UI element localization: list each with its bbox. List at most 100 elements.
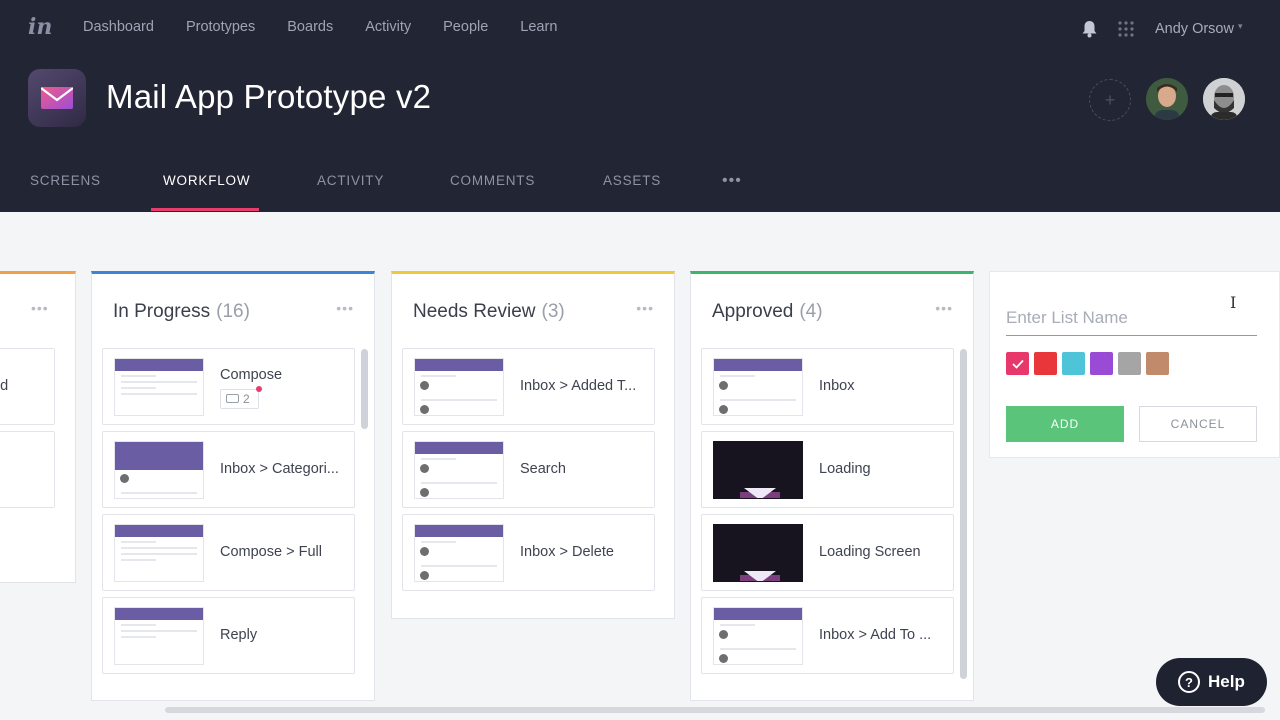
nav-learn[interactable]: Learn: [520, 19, 557, 35]
top-nav: Dashboard Prototypes Boards Activity Peo…: [83, 19, 589, 35]
column-title[interactable]: In Progress (16): [113, 301, 250, 323]
column-more-icon[interactable]: •••: [31, 300, 49, 316]
screen-thumbnail: [114, 441, 204, 499]
screen-thumbnail: [713, 524, 803, 582]
screen-card[interactable]: Inbox > Add To ...: [701, 597, 954, 674]
screen-card[interactable]: Reply: [102, 597, 355, 674]
column-name: In Progress: [113, 301, 211, 322]
column-more-icon[interactable]: •••: [636, 300, 654, 316]
column-count: (16): [216, 301, 250, 322]
nav-boards[interactable]: Boards: [287, 19, 333, 35]
avatar[interactable]: [1203, 78, 1245, 120]
column-count: (4): [799, 301, 823, 322]
column-name: Needs Review: [413, 301, 536, 322]
color-swatch[interactable]: [1062, 352, 1085, 375]
workflow-column-needs-review: Needs Review (3) ••• Inbox > Added T... S…: [391, 271, 675, 619]
screen-thumbnail: [414, 358, 504, 416]
card-label: Compose > Full: [220, 544, 322, 560]
screen-card[interactable]: Inbox > Delete: [402, 514, 655, 591]
screen-card[interactable]: Inbox > Added T...: [402, 348, 655, 425]
app-header: in Dashboard Prototypes Boards Activity …: [0, 0, 1280, 212]
screen-thumbnail: [414, 441, 504, 499]
card-label: Inbox > Delete: [520, 544, 614, 560]
column-more-icon[interactable]: •••: [935, 300, 953, 316]
tab-activity[interactable]: ACTIVITY: [317, 173, 384, 188]
screen-thumbnail: [414, 524, 504, 582]
workflow-column-in-progress: In Progress (16) ••• Compose 2 Inbox > Ca…: [91, 271, 375, 701]
help-label: Help: [1208, 672, 1245, 691]
invision-logo[interactable]: in: [28, 14, 52, 40]
screen-card[interactable]: Loading: [701, 431, 954, 508]
question-icon: ?: [1178, 671, 1200, 693]
active-tab-indicator: [151, 208, 259, 211]
card-label: ted: [0, 378, 9, 394]
card-label: Loading: [819, 461, 871, 477]
screen-thumbnail: [713, 441, 803, 499]
screen-card[interactable]: Loading Screen: [701, 514, 954, 591]
nav-prototypes[interactable]: Prototypes: [186, 19, 255, 35]
card-label: Inbox > Categori...: [220, 461, 339, 477]
screen-card[interactable]: Inbox > Categori...: [102, 431, 355, 508]
screen-thumbnail: [114, 607, 204, 665]
card-label: Loading Screen: [819, 544, 921, 560]
column-count: (3): [541, 301, 565, 322]
screen-thumbnail: [713, 358, 803, 416]
card-label: Inbox > Add To ...: [819, 627, 932, 643]
color-swatch[interactable]: [1118, 352, 1141, 375]
screen-card[interactable]: ted: [0, 348, 55, 425]
color-swatch-selected[interactable]: [1006, 352, 1029, 375]
mail-envelope-icon: [41, 87, 73, 109]
new-list-form: ADD CANCEL: [989, 271, 1280, 458]
nav-dashboard[interactable]: Dashboard: [83, 19, 154, 35]
avatar[interactable]: [1146, 78, 1188, 120]
more-tabs-icon[interactable]: •••: [722, 172, 742, 190]
project-title: Mail App Prototype v2: [106, 78, 432, 115]
column-title[interactable]: Approved (4): [712, 301, 823, 323]
column-title[interactable]: Needs Review (3): [413, 301, 565, 323]
card-label: Compose: [220, 367, 283, 383]
tab-screens[interactable]: SCREENS: [30, 173, 101, 188]
workflow-column-approved: Approved (4) ••• Inbox Loading Loading Sc…: [690, 271, 974, 701]
comment-count-badge[interactable]: 2: [220, 386, 262, 409]
cancel-button[interactable]: CANCEL: [1139, 406, 1257, 442]
card-label: Inbox > Added T...: [520, 378, 637, 394]
unread-dot: [256, 386, 262, 392]
chevron-down-icon[interactable]: ▾: [1238, 21, 1243, 32]
card-label: Inbox: [819, 378, 855, 394]
user-menu[interactable]: Andy Orsow: [1155, 21, 1234, 37]
nav-people[interactable]: People: [443, 19, 488, 35]
tab-comments[interactable]: COMMENTS: [450, 173, 535, 188]
column-scrollbar[interactable]: [960, 349, 967, 679]
add-collaborator-button[interactable]: +: [1089, 79, 1131, 121]
tab-assets[interactable]: ASSETS: [603, 173, 661, 188]
column-scrollbar[interactable]: [361, 349, 368, 429]
color-swatch[interactable]: [1090, 352, 1113, 375]
add-list-button[interactable]: ADD: [1006, 406, 1124, 442]
screen-thumbnail: [713, 607, 803, 665]
screen-card[interactable]: Compose > Full: [102, 514, 355, 591]
notification-bell-icon[interactable]: [1081, 20, 1098, 43]
apps-grid-icon[interactable]: [1118, 21, 1134, 42]
color-swatch[interactable]: [1146, 352, 1169, 375]
screen-card[interactable]: [0, 431, 55, 508]
screen-card[interactable]: Search: [402, 431, 655, 508]
column-more-icon[interactable]: •••: [336, 300, 354, 316]
list-name-input[interactable]: [1006, 300, 1257, 336]
help-button[interactable]: ? Help: [1156, 658, 1267, 706]
screen-card[interactable]: Compose 2: [102, 348, 355, 425]
project-app-icon: [28, 69, 86, 127]
screen-card[interactable]: Inbox: [701, 348, 954, 425]
screen-thumbnail: [114, 358, 204, 416]
column-name: Approved: [712, 301, 794, 322]
nav-activity[interactable]: Activity: [365, 19, 411, 35]
board-horizontal-scrollbar[interactable]: [165, 707, 1265, 713]
color-swatch[interactable]: [1034, 352, 1057, 375]
screen-thumbnail: [114, 524, 204, 582]
project-tabs: SCREENS WORKFLOW ACTIVITY COMMENTS ASSET…: [0, 160, 1280, 212]
text-cursor-icon: I: [1230, 293, 1237, 312]
card-label: Search: [520, 461, 566, 477]
tab-workflow[interactable]: WORKFLOW: [163, 173, 250, 188]
workflow-column-partial: ••• ted: [0, 271, 76, 583]
comment-icon: [226, 394, 239, 403]
comment-count: 2: [243, 392, 250, 406]
